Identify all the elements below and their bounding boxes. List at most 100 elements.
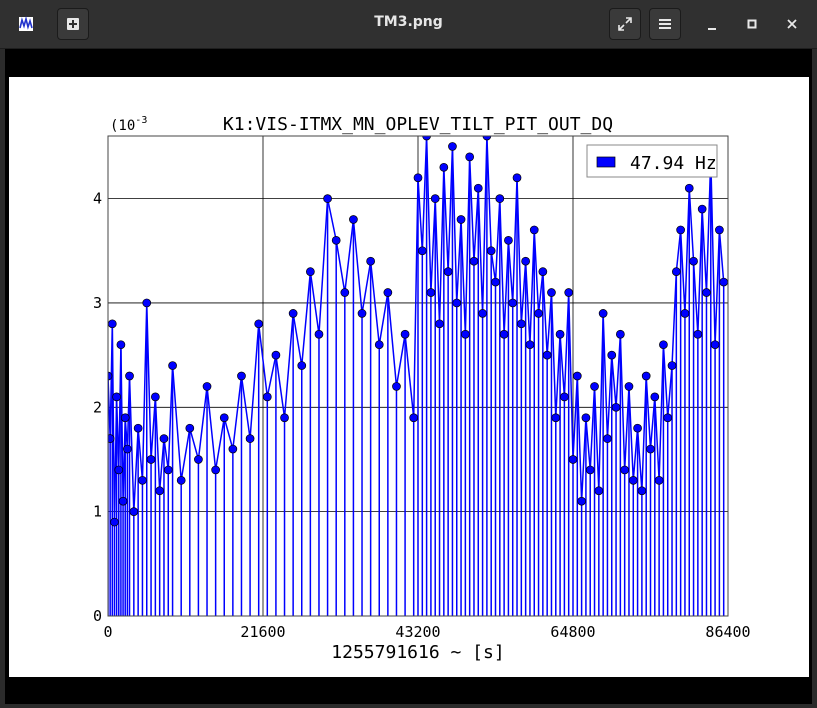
data-point [572,371,582,381]
data-point [538,267,548,277]
data-point [702,288,711,297]
data-point [508,298,518,308]
data-point [430,194,440,203]
data-point [129,507,139,517]
data-point [262,392,272,402]
data-point [211,465,220,475]
data-point [392,382,401,391]
maximize-icon [747,19,757,29]
data-point [120,413,130,423]
data-point [551,413,561,423]
x-tick-label: 0 [103,623,112,641]
data-point [288,309,298,318]
data-point [112,392,121,402]
data-point [603,434,612,443]
data-point [435,319,444,329]
data-point [118,496,128,506]
fullscreen-button[interactable] [609,8,641,40]
data-point [473,183,483,193]
data-point [138,475,147,485]
data-point [564,288,574,297]
data-point [684,183,694,193]
data-point [659,340,668,350]
data-point [534,309,543,318]
y-tick-label: 3 [93,294,102,312]
y-tick-label: 0 [93,607,102,625]
data-point [323,194,332,203]
data-point [633,423,642,433]
data-point [469,256,479,266]
data-point [555,329,565,339]
data-point [581,413,591,423]
data-point [374,340,384,350]
data-point [663,413,673,423]
data-point [116,340,126,350]
data-point [110,517,119,527]
data-point [133,423,143,433]
data-point [228,444,238,454]
data-point [413,173,423,183]
minimize-button[interactable] [696,8,728,40]
data-point [697,204,707,214]
y-tick-label: 1 [93,503,102,521]
y-exponent-label: (10-3 [110,115,147,134]
data-point [646,444,655,454]
data-point [577,496,586,506]
data-point [478,309,487,318]
legend-label: 47.94 Hz [630,153,717,174]
data-point [689,256,698,266]
main-menu-button[interactable] [649,8,681,40]
y-tick-label: 4 [93,190,102,208]
data-point [616,329,625,339]
data-point [624,382,634,391]
legend: 47.94 Hz [586,144,718,178]
data-point [142,298,152,308]
data-point [163,465,173,475]
data-point [499,329,509,339]
minimize-icon [708,28,716,30]
y-tick-label: 2 [93,398,102,416]
data-point [108,319,117,329]
data-point [516,319,526,329]
data-point [271,350,281,360]
chart: K1:VIS-ITMX_MN_OPLEV_TILT_PIT_OUT_DQ (10… [93,114,751,663]
data-point [491,277,500,287]
fullscreen-icon [618,17,632,31]
close-button[interactable] [776,8,808,40]
maximize-button[interactable] [736,8,768,40]
data-point [590,382,599,391]
data-point [680,309,690,318]
close-icon [787,19,797,29]
data-point [560,392,569,402]
data-point [719,277,728,287]
data-point [667,361,677,370]
data-point [168,361,177,370]
data-point [123,444,132,454]
data-point [529,225,539,235]
data-point [400,329,410,339]
data-point [654,475,664,485]
data-point [297,361,307,370]
x-tick-label: 43200 [395,623,440,641]
data-point [628,475,638,485]
data-point [525,340,535,350]
data-point [598,309,608,318]
data-point [641,371,651,381]
data-point [254,319,264,329]
x-tick-label: 86400 [705,623,750,641]
data-point [114,465,124,475]
x-tick-label: 21600 [240,623,285,641]
plot-area [108,136,728,616]
image-canvas: K1:VIS-ITMX_MN_OPLEV_TILT_PIT_OUT_DQ (10… [9,77,809,677]
data-point [607,350,617,360]
data-point [146,455,156,464]
data-point [693,329,703,339]
data-point [452,298,462,308]
window-title: TM3.png [374,14,443,30]
data-point [671,267,681,277]
data-point [357,309,367,318]
data-point [594,486,604,496]
data-point [456,215,466,224]
data-point [715,225,724,235]
data-point [637,486,647,496]
